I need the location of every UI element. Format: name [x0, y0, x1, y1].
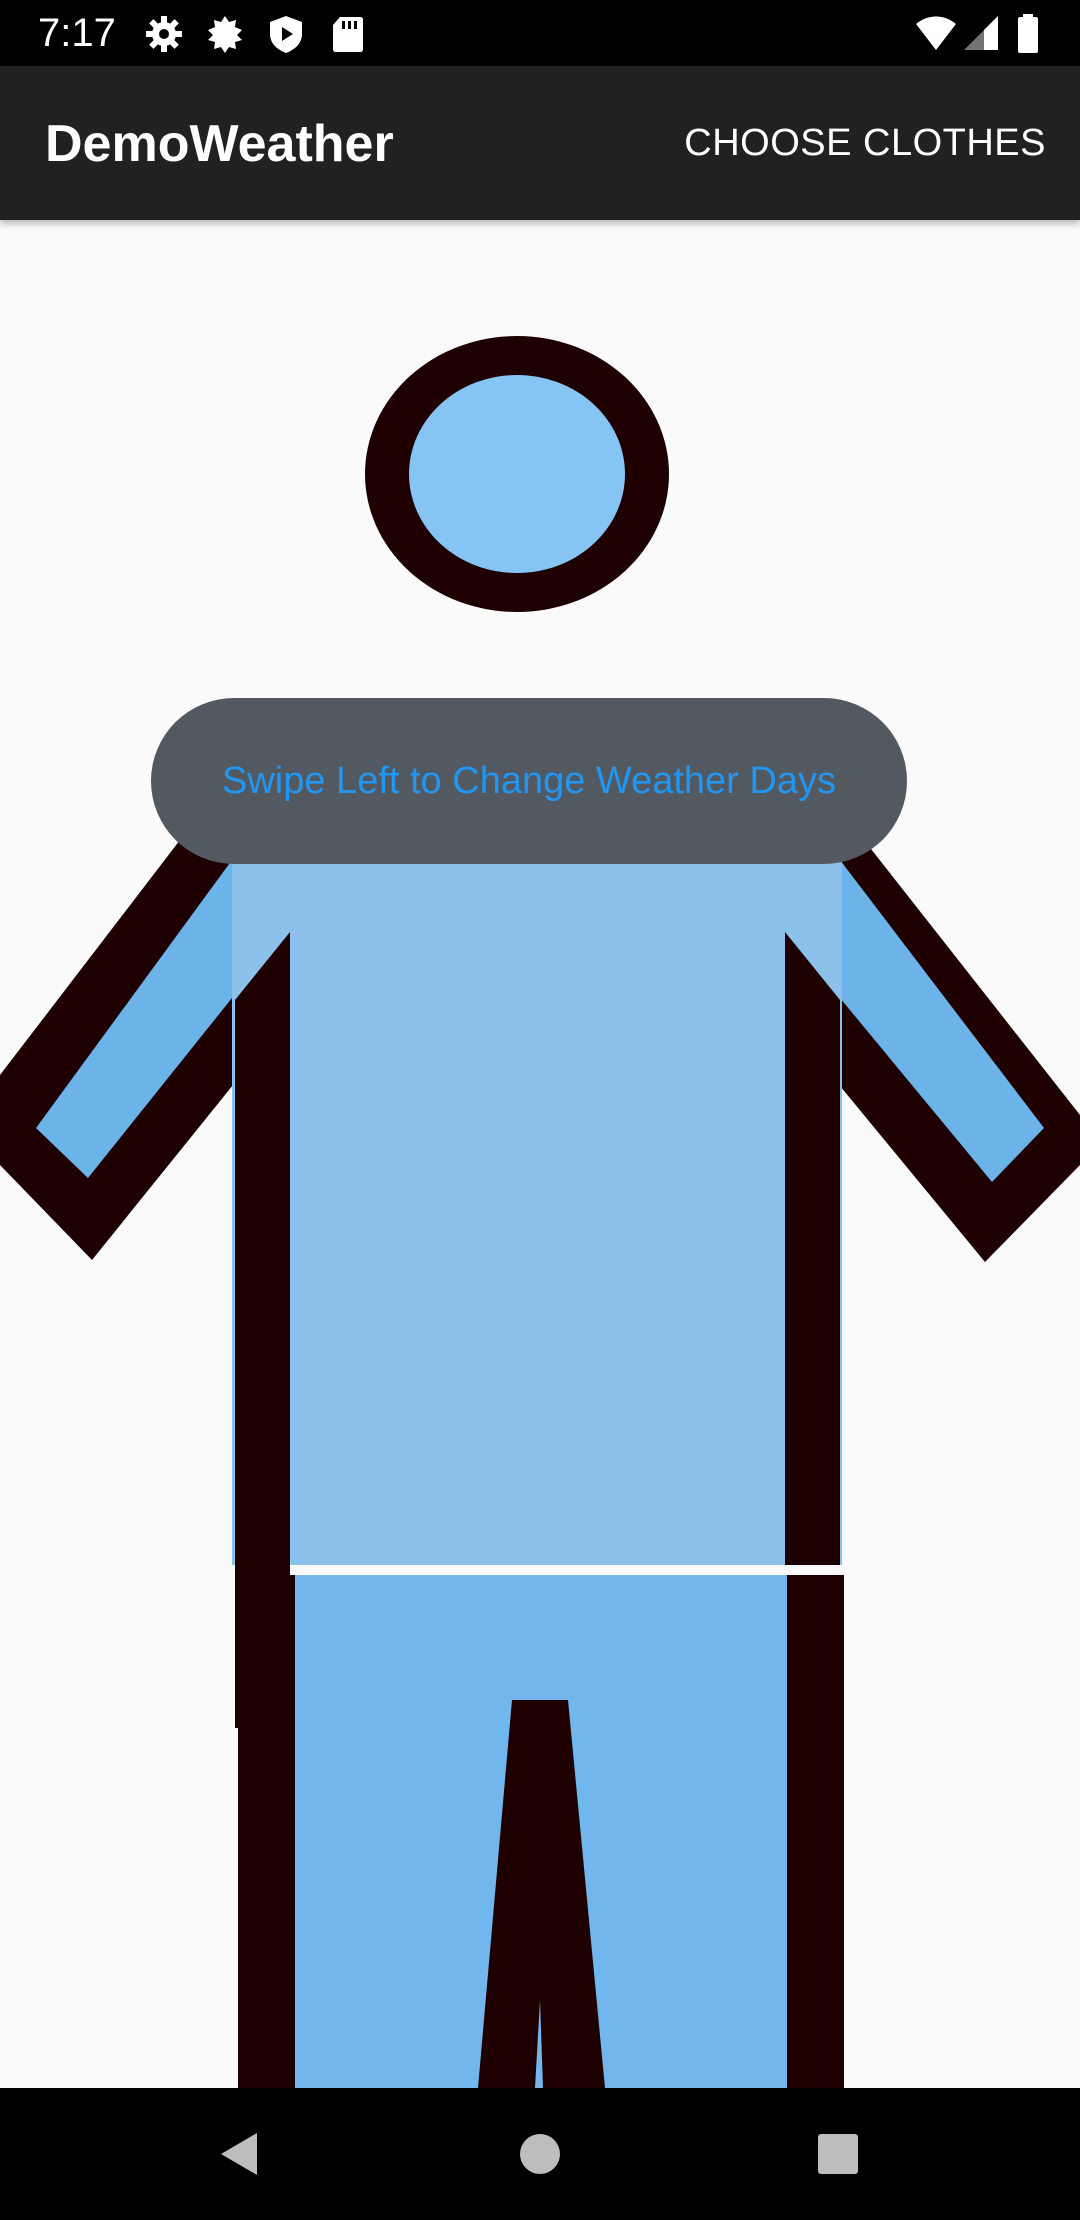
- sd-card-icon: [328, 14, 368, 54]
- recents-icon[interactable]: [808, 2124, 868, 2184]
- home-icon[interactable]: [510, 2124, 570, 2184]
- settings-icon: [144, 14, 184, 54]
- status-time: 7:17: [38, 11, 116, 55]
- brightness-icon: [205, 14, 245, 54]
- system-nav-bar: [0, 2088, 1080, 2220]
- weather-content-area[interactable]: Swipe Left to Change Weather Days: [0, 220, 1080, 2088]
- battery-icon: [1014, 14, 1042, 54]
- figure-left-arm: [0, 840, 233, 1260]
- app-bar: DemoWeather CHOOSE CLOTHES: [0, 66, 1080, 220]
- app-screen: 7:17 DemoWeather CHOOSE CLOTHES Swipe Le…: [0, 0, 1080, 2220]
- shield-play-icon: [266, 14, 306, 54]
- app-title: DemoWeather: [45, 115, 394, 173]
- back-icon[interactable]: [210, 2124, 270, 2184]
- wifi-icon: [914, 14, 958, 54]
- figure-pants: [238, 1575, 844, 2088]
- figure-head: [365, 336, 669, 612]
- swipe-hint-toast: Swipe Left to Change Weather Days: [151, 698, 907, 864]
- figure-right-arm: [840, 835, 1080, 1262]
- clothing-figure: [0, 336, 1080, 2088]
- status-bar: 7:17: [0, 0, 1080, 66]
- toast-message: Swipe Left to Change Weather Days: [222, 760, 836, 802]
- choose-clothes-button[interactable]: CHOOSE CLOTHES: [684, 118, 1046, 168]
- signal-icon: [962, 14, 1002, 54]
